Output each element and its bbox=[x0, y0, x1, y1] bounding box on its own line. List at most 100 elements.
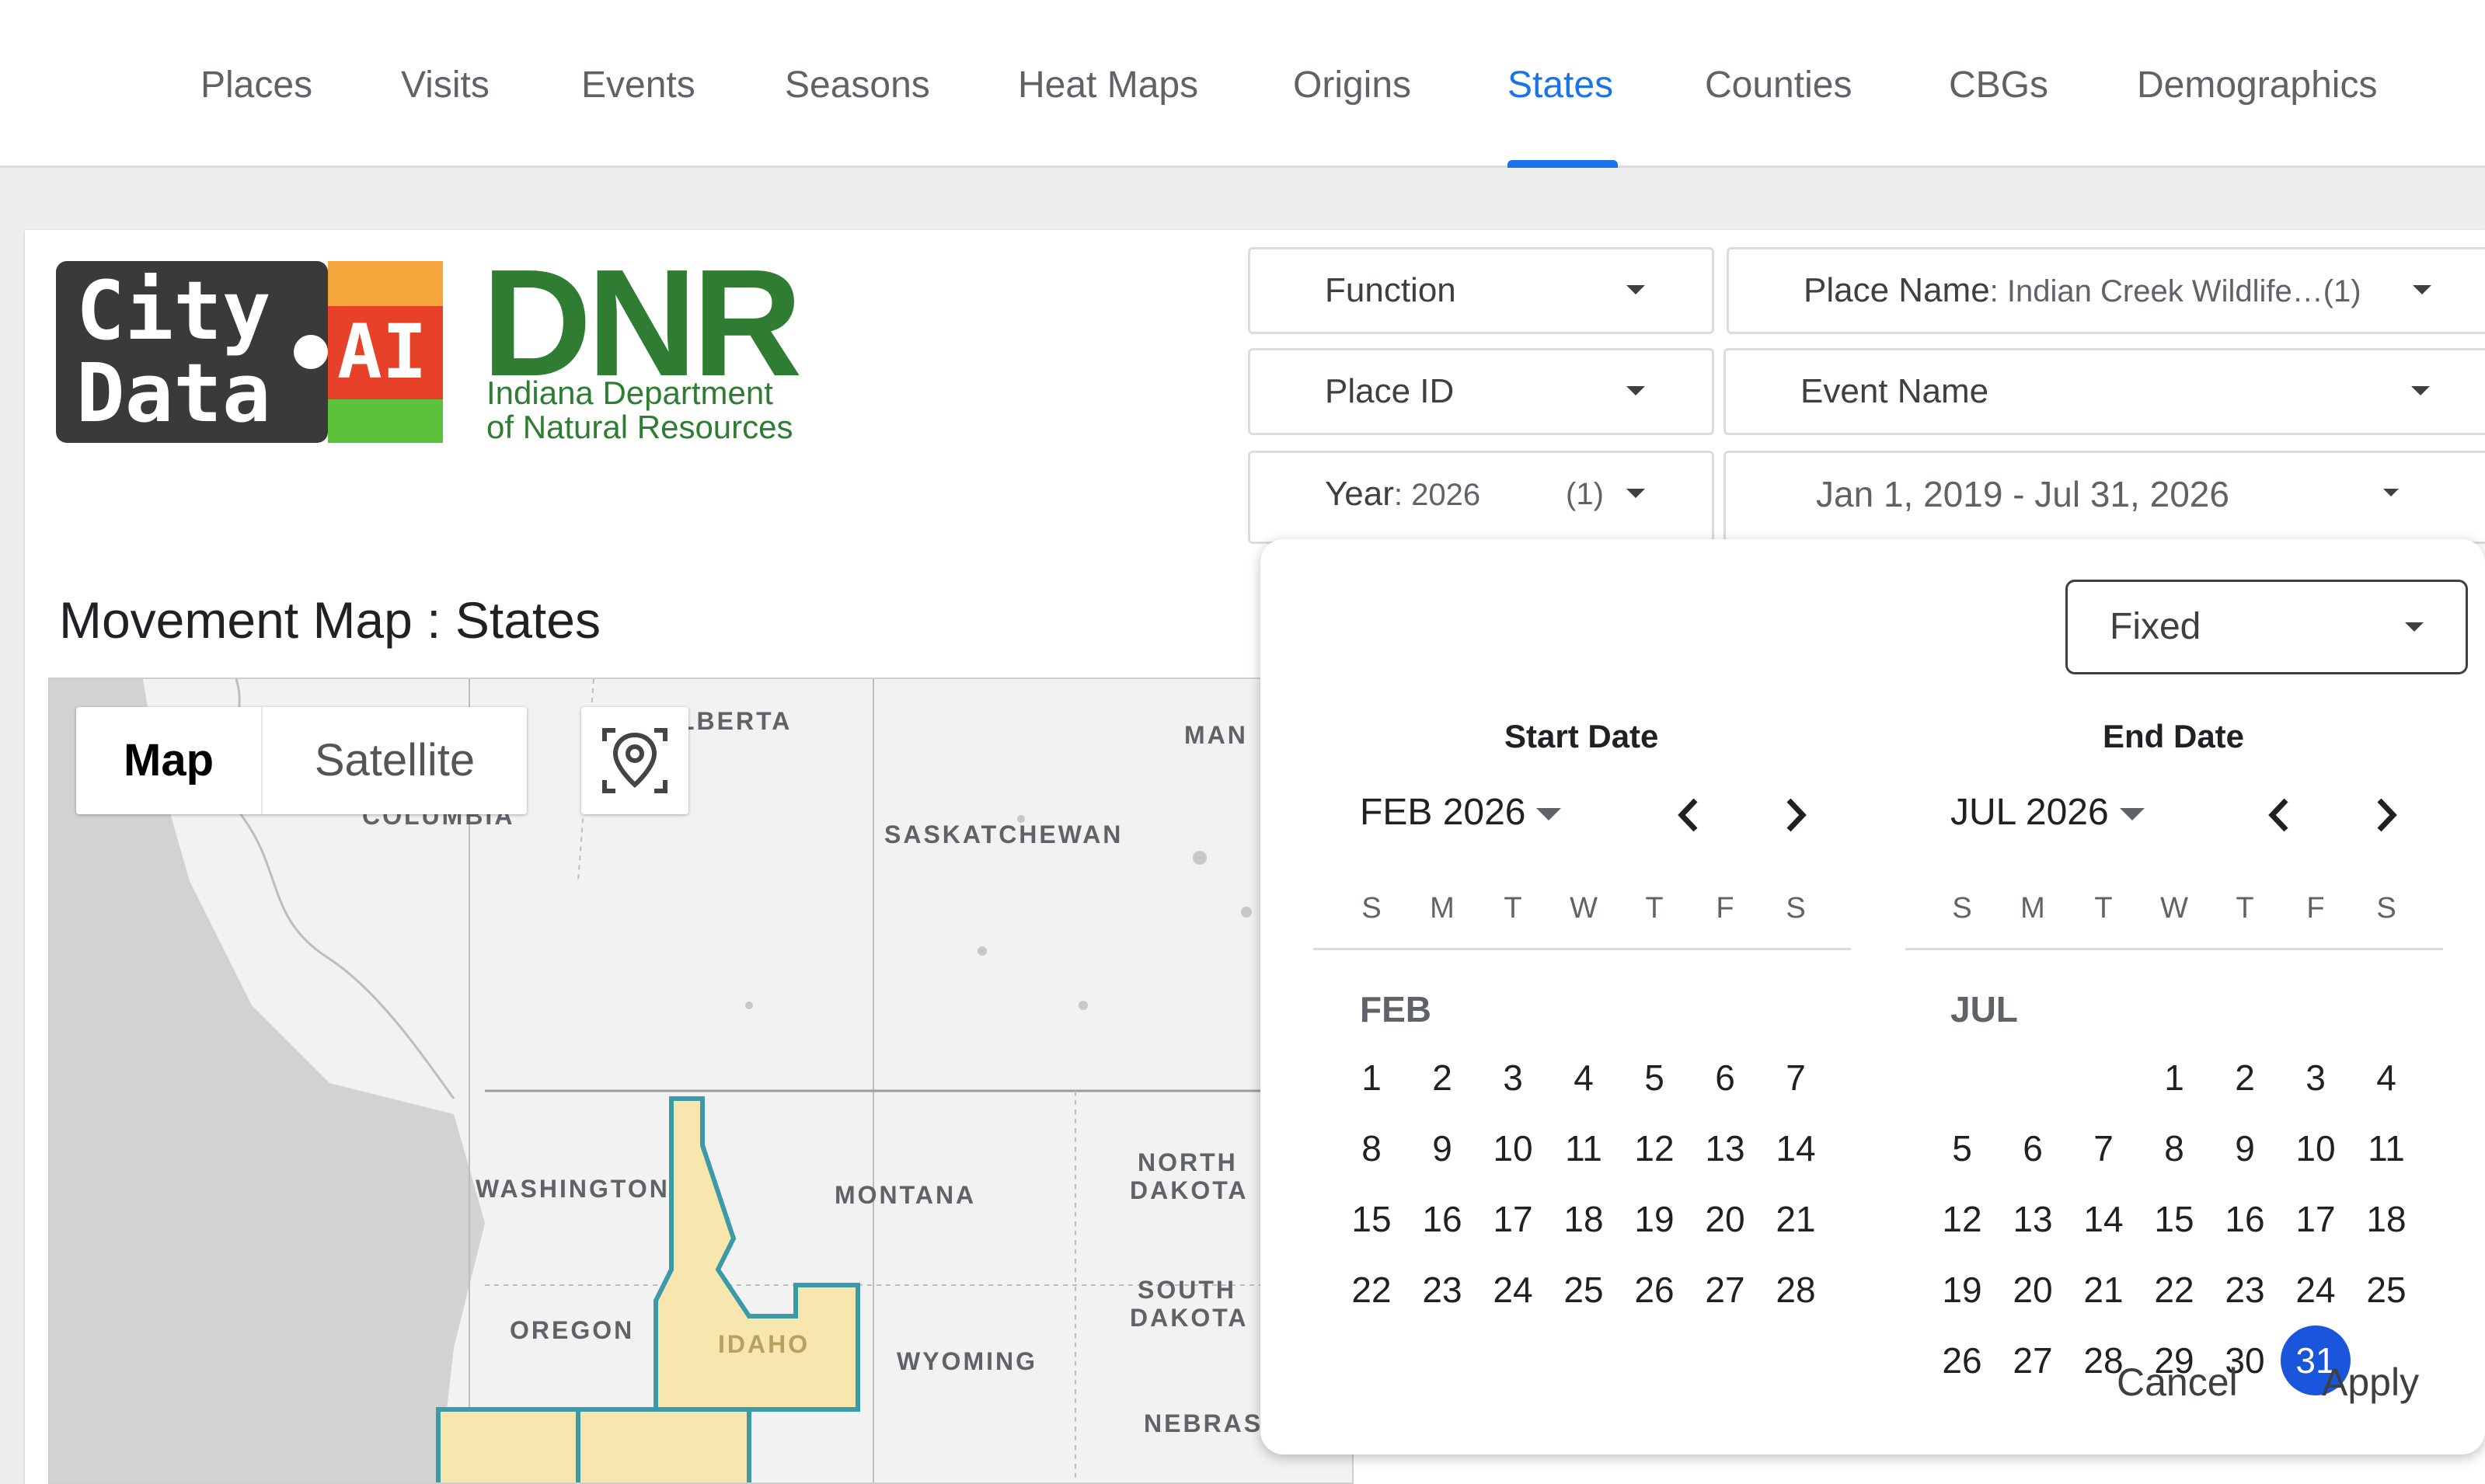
end-weekday-label: W bbox=[2160, 892, 2188, 925]
tab-seasons[interactable]: Seasons bbox=[785, 54, 930, 117]
start-day[interactable]: 14 bbox=[1761, 1113, 1831, 1183]
tab-places[interactable]: Places bbox=[200, 54, 312, 117]
start-day[interactable]: 10 bbox=[1478, 1113, 1548, 1183]
start-day[interactable]: 22 bbox=[1337, 1255, 1406, 1325]
start-day[interactable]: 28 bbox=[1761, 1255, 1831, 1325]
year-filter[interactable]: Year: 2026 (1) bbox=[1248, 451, 1714, 544]
end-day[interactable]: 3 bbox=[2281, 1043, 2351, 1113]
tab-demographics[interactable]: Demographics bbox=[2137, 54, 2377, 117]
end-day[interactable]: 4 bbox=[2351, 1043, 2421, 1113]
apply-button[interactable]: Apply bbox=[2322, 1360, 2419, 1405]
dnr-logo-line2: of Natural Resources bbox=[486, 409, 793, 445]
start-day[interactable]: 1 bbox=[1337, 1043, 1406, 1113]
end-day[interactable]: 10 bbox=[2281, 1113, 2351, 1183]
place-name-filter[interactable]: Place Name: Indian Creek Wildlife…(1) bbox=[1727, 247, 2485, 334]
map-label-manitoba: MAN bbox=[1184, 721, 1248, 749]
start-day[interactable]: 2 bbox=[1407, 1043, 1477, 1113]
end-day[interactable]: 15 bbox=[2139, 1184, 2209, 1254]
start-day[interactable]: 12 bbox=[1619, 1113, 1689, 1183]
start-day[interactable]: 23 bbox=[1407, 1255, 1477, 1325]
end-day[interactable]: 5 bbox=[1927, 1113, 1997, 1183]
start-weekday-label: T bbox=[1504, 892, 1522, 925]
tab-cbgs[interactable]: CBGs bbox=[1949, 54, 2048, 117]
start-day[interactable]: 15 bbox=[1337, 1184, 1406, 1254]
end-next-month-button[interactable] bbox=[2359, 788, 2414, 842]
place-id-filter[interactable]: Place ID bbox=[1248, 348, 1714, 435]
map-label-north-dakota-2: DAKOTA bbox=[1130, 1176, 1249, 1204]
end-prev-month-button[interactable] bbox=[2252, 788, 2306, 842]
end-day[interactable]: 9 bbox=[2210, 1113, 2280, 1183]
map-label-idaho: IDAHO bbox=[718, 1330, 810, 1358]
end-day[interactable]: 20 bbox=[1998, 1255, 2068, 1325]
end-day[interactable]: 24 bbox=[2281, 1255, 2351, 1325]
citydata-logo-line2: Data bbox=[76, 346, 270, 441]
start-day[interactable]: 7 bbox=[1761, 1043, 1831, 1113]
start-day[interactable]: 25 bbox=[1549, 1255, 1619, 1325]
date-mode-select[interactable]: Fixed bbox=[2065, 580, 2468, 674]
start-day[interactable]: 5 bbox=[1619, 1043, 1689, 1113]
tab-origins[interactable]: Origins bbox=[1293, 54, 1411, 117]
start-day[interactable]: 8 bbox=[1337, 1113, 1406, 1183]
start-day[interactable]: 3 bbox=[1478, 1043, 1548, 1113]
tab-events[interactable]: Events bbox=[581, 54, 695, 117]
start-day[interactable]: 13 bbox=[1690, 1113, 1760, 1183]
end-day[interactable]: 22 bbox=[2139, 1255, 2209, 1325]
map-type-map-button[interactable]: Map bbox=[76, 707, 261, 814]
end-day[interactable]: 7 bbox=[2069, 1113, 2138, 1183]
end-day[interactable]: 21 bbox=[2069, 1255, 2138, 1325]
tab-visits[interactable]: Visits bbox=[401, 54, 490, 117]
end-day[interactable]: 19 bbox=[1927, 1255, 1997, 1325]
chevron-left-icon bbox=[2268, 798, 2288, 832]
date-range-filter[interactable]: Jan 1, 2019 - Jul 31, 2026 bbox=[1723, 451, 2485, 544]
tab-states[interactable]: States bbox=[1507, 54, 1613, 117]
end-day[interactable]: 14 bbox=[2069, 1184, 2138, 1254]
cancel-button[interactable]: Cancel bbox=[2117, 1360, 2238, 1405]
start-day[interactable]: 4 bbox=[1549, 1043, 1619, 1113]
end-date-heading: End Date bbox=[2103, 718, 2245, 754]
start-day[interactable]: 27 bbox=[1690, 1255, 1760, 1325]
end-day[interactable]: 8 bbox=[2139, 1113, 2209, 1183]
date-mode-value: Fixed bbox=[2110, 606, 2201, 647]
year-filter-value: : 2026 bbox=[1393, 478, 1481, 512]
start-day[interactable]: 24 bbox=[1478, 1255, 1548, 1325]
start-day[interactable]: 18 bbox=[1549, 1184, 1619, 1254]
end-day[interactable]: 6 bbox=[1998, 1113, 2068, 1183]
end-month-select[interactable]: JUL 2026 bbox=[1950, 791, 2145, 834]
start-day[interactable]: 16 bbox=[1407, 1184, 1477, 1254]
start-month-select[interactable]: FEB 2026 bbox=[1360, 791, 1562, 834]
start-weekday-label: W bbox=[1570, 892, 1598, 925]
end-day[interactable]: 16 bbox=[2210, 1184, 2280, 1254]
start-next-month-button[interactable] bbox=[1769, 788, 1823, 842]
function-filter[interactable]: Function bbox=[1248, 247, 1714, 334]
start-weekday-label: S bbox=[1361, 892, 1382, 925]
start-day[interactable]: 21 bbox=[1761, 1184, 1831, 1254]
end-day[interactable]: 12 bbox=[1927, 1184, 1997, 1254]
start-day[interactable]: 19 bbox=[1619, 1184, 1689, 1254]
map-label-washington: WASHINGTON bbox=[476, 1175, 670, 1203]
tab-heat-maps[interactable]: Heat Maps bbox=[1018, 54, 1198, 117]
map-location-button[interactable] bbox=[581, 707, 688, 814]
start-day[interactable]: 20 bbox=[1690, 1184, 1760, 1254]
end-day[interactable]: 17 bbox=[2281, 1184, 2351, 1254]
tab-counties[interactable]: Counties bbox=[1705, 54, 1852, 117]
end-day[interactable]: 18 bbox=[2351, 1184, 2421, 1254]
place-name-filter-label: Place Name bbox=[1804, 271, 1990, 309]
map-type-satellite-button[interactable]: Satellite bbox=[263, 707, 527, 814]
start-day[interactable]: 26 bbox=[1619, 1255, 1689, 1325]
location-pin-icon bbox=[602, 728, 667, 793]
end-day[interactable]: 25 bbox=[2351, 1255, 2421, 1325]
event-name-filter[interactable]: Event Name bbox=[1723, 348, 2485, 435]
start-day[interactable]: 17 bbox=[1478, 1184, 1548, 1254]
end-day[interactable]: 27 bbox=[1998, 1325, 2068, 1395]
start-day[interactable]: 9 bbox=[1407, 1113, 1477, 1183]
end-day[interactable]: 23 bbox=[2210, 1255, 2280, 1325]
start-day[interactable]: 6 bbox=[1690, 1043, 1760, 1113]
end-day[interactable]: 2 bbox=[2210, 1043, 2280, 1113]
end-day[interactable]: 1 bbox=[2139, 1043, 2209, 1113]
end-day[interactable]: 11 bbox=[2351, 1113, 2421, 1183]
start-prev-month-button[interactable] bbox=[1661, 788, 1716, 842]
start-weekday-label: T bbox=[1645, 892, 1664, 925]
end-day[interactable]: 13 bbox=[1998, 1184, 2068, 1254]
start-day[interactable]: 11 bbox=[1549, 1113, 1619, 1183]
end-day[interactable]: 26 bbox=[1927, 1325, 1997, 1395]
